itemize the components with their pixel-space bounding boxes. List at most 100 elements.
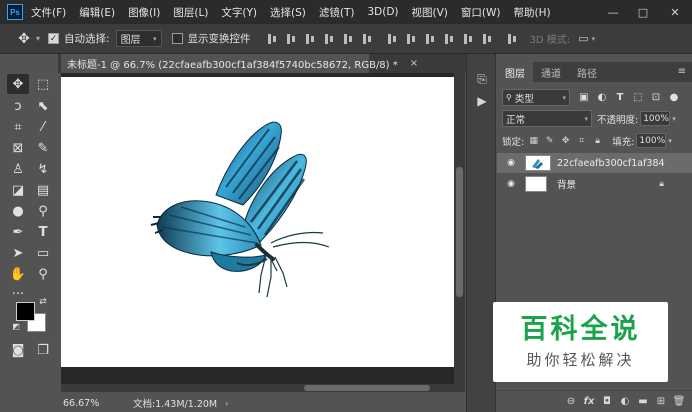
foreground-color-swatch[interactable] [16, 302, 35, 321]
eye-icon[interactable]: ◉ [501, 158, 521, 168]
workspace-chevron-icon[interactable]: ▾ [592, 35, 596, 43]
auto-align-icon[interactable] [505, 31, 522, 47]
opacity-chevron-icon[interactable]: ▾ [672, 115, 676, 123]
layer-row[interactable]: ◉ 背景 🔒︎ [497, 174, 692, 194]
menu-3d[interactable]: 3D(D) [367, 6, 398, 18]
brush-tool-icon[interactable]: ✎ [32, 138, 54, 158]
align-right-icon[interactable] [360, 31, 377, 47]
quick-mask-icon[interactable]: ◙ [7, 340, 29, 360]
document-canvas[interactable] [61, 77, 454, 367]
gradient-tool-icon[interactable]: ▤ [32, 180, 54, 200]
maximize-button[interactable]: □ [630, 0, 656, 24]
distribute-hcenter-icon[interactable] [461, 31, 478, 47]
eye-icon[interactable]: ◉ [501, 179, 521, 189]
more-tools-icon[interactable]: ··· [7, 284, 29, 304]
filter-smart-object-icon[interactable]: ⊡ [648, 92, 664, 103]
marquee-tool-icon[interactable]: ⬚ [32, 74, 54, 94]
align-vcenter-icon[interactable] [284, 31, 301, 47]
menu-type[interactable]: 文字(Y) [221, 5, 257, 20]
default-colors-icon[interactable]: ◩ [10, 320, 22, 332]
horizontal-scroll-thumb[interactable] [304, 385, 430, 391]
lock-image-icon[interactable]: ✎ [543, 136, 556, 146]
lock-all-icon[interactable]: 🔒︎ [591, 136, 604, 146]
filter-adjustment-icon[interactable]: ◐ [594, 92, 610, 103]
vertical-scroll-thumb[interactable] [456, 167, 463, 297]
canvas-vertical-scrollbar[interactable] [454, 73, 465, 392]
tab-paths[interactable]: 路径 [569, 62, 605, 82]
menu-layer[interactable]: 图层(L) [173, 5, 208, 20]
close-icon[interactable]: × [410, 58, 418, 69]
eraser-tool-icon[interactable]: ◪ [7, 180, 29, 200]
menu-file[interactable]: 文件(F) [31, 5, 66, 20]
type-tool-icon[interactable]: T [32, 222, 54, 242]
workspace-icon[interactable]: ▭ [578, 32, 588, 45]
quick-select-tool-icon[interactable]: ⬉ [32, 96, 54, 116]
show-transform-checkbox[interactable] [171, 33, 183, 44]
healing-brush-tool-icon[interactable]: ⊠ [7, 138, 29, 158]
tool-preset-chevron-icon[interactable]: ▾ [36, 34, 40, 43]
lock-position-icon[interactable]: ✥ [559, 136, 572, 146]
history-brush-tool-icon[interactable]: ↯ [32, 159, 54, 179]
distribute-bottom-icon[interactable] [423, 31, 440, 47]
status-menu-chevron-icon[interactable]: › [225, 399, 228, 408]
trash-icon[interactable]: 🗑︎ [670, 396, 688, 407]
filter-pixel-icon[interactable]: ▣ [576, 92, 592, 103]
lock-transparent-icon[interactable]: ▦ [527, 136, 540, 146]
fill-chevron-icon[interactable]: ▾ [668, 137, 672, 145]
tab-channels[interactable]: 通道 [533, 62, 569, 82]
distribute-top-icon[interactable] [385, 31, 402, 47]
menu-select[interactable]: 选择(S) [270, 5, 306, 20]
history-panel-icon[interactable]: ⎘ [475, 72, 489, 86]
layer-name[interactable]: 22cfaeafb300cf1af384f57... [557, 158, 665, 169]
menu-filter[interactable]: 滤镜(T) [319, 5, 355, 20]
align-hcenter-icon[interactable] [341, 31, 358, 47]
layer-filter-select[interactable]: ⚲ 类型 ▾ [502, 89, 570, 106]
menu-image[interactable]: 图像(I) [128, 5, 160, 20]
eyedropper-tool-icon[interactable]: ⁄ [32, 117, 54, 137]
screen-mode-icon[interactable]: ❐ [32, 340, 54, 360]
auto-select-checkbox[interactable]: ✓ [48, 33, 60, 44]
adjustment-icon[interactable]: ◐ [616, 396, 634, 407]
align-bottom-icon[interactable] [303, 31, 320, 47]
blur-tool-icon[interactable]: ● [7, 201, 29, 221]
zoom-level[interactable]: 66.67% [63, 398, 125, 409]
canvas-area[interactable] [61, 73, 454, 392]
stamp-tool-icon[interactable]: ♙ [7, 159, 29, 179]
minimize-button[interactable]: — [600, 0, 626, 24]
distribute-left-icon[interactable] [442, 31, 459, 47]
menu-view[interactable]: 视图(V) [412, 5, 448, 20]
menu-help[interactable]: 帮助(H) [514, 5, 551, 20]
new-layer-icon[interactable]: ⊞ [652, 396, 670, 407]
hand-tool-icon[interactable]: ✋ [7, 264, 29, 284]
lock-artboard-icon[interactable]: ⌗ [575, 136, 588, 146]
pen-tool-icon[interactable]: ✒ [7, 222, 29, 242]
canvas-horizontal-scrollbar[interactable] [61, 384, 454, 392]
mask-icon[interactable]: ◘ [598, 396, 616, 407]
path-select-tool-icon[interactable]: ➤ [7, 243, 29, 263]
filter-shape-icon[interactable]: ⬚ [630, 92, 646, 103]
panel-menu-icon[interactable]: ≡ [678, 66, 686, 77]
zoom-tool-icon[interactable]: ⚲ [32, 264, 54, 284]
distribute-right-icon[interactable] [480, 31, 497, 47]
auto-select-target-select[interactable]: 图层 ▾ [115, 30, 162, 47]
actions-play-icon[interactable]: ▶ [475, 94, 489, 108]
fx-icon[interactable]: fx [580, 396, 598, 407]
opacity-input[interactable]: 100% [640, 111, 671, 126]
dodge-tool-icon[interactable]: ⚲ [32, 201, 54, 221]
blend-mode-select[interactable]: 正常 ▾ [502, 110, 592, 127]
align-top-icon[interactable] [265, 31, 282, 47]
layer-name[interactable]: 背景 [557, 177, 665, 191]
lasso-tool-icon[interactable]: ↄ [7, 96, 29, 116]
menu-edit[interactable]: 编辑(E) [79, 5, 115, 20]
document-tab[interactable]: 未标题-1 @ 66.7% (22cfaeafb300cf1af384f5740… [61, 54, 418, 73]
close-button[interactable]: ✕ [662, 0, 688, 24]
fill-input[interactable]: 100% [636, 133, 667, 148]
distribute-vcenter-icon[interactable] [404, 31, 421, 47]
move-tool-icon[interactable]: ✥ [7, 74, 29, 94]
folder-icon[interactable]: ▬ [634, 396, 652, 407]
filter-type-icon[interactable]: T [612, 92, 628, 103]
align-left-icon[interactable] [322, 31, 339, 47]
move-tool-icon[interactable]: ✥ [12, 31, 36, 47]
menu-window[interactable]: 窗口(W) [461, 5, 501, 20]
link-icon[interactable]: ⊖ [562, 396, 580, 407]
